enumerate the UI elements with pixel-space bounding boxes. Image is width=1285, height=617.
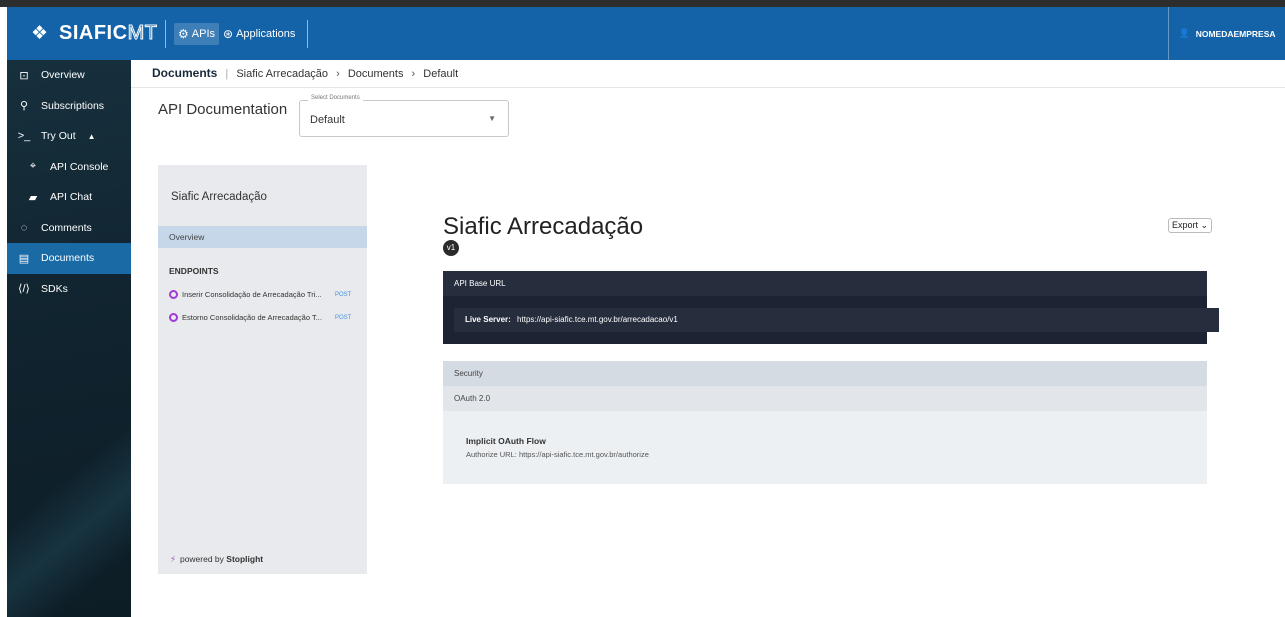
header-divider — [131, 87, 1285, 88]
export-label: Export — [1172, 220, 1199, 230]
sidebar-item-api-console[interactable]: ⌖ API Console — [7, 152, 131, 183]
select-label: Select Documents — [308, 95, 363, 101]
code-icon: ⟨/⟩ — [18, 283, 30, 296]
server-label: Live Server: — [465, 315, 511, 324]
security-panel: Security OAuth 2.0 Implicit OAuth Flow A… — [443, 361, 1207, 484]
top-navbar: ❖ SIAFIC MT ⚙ APIs ⊛ Applications 👤 NOME… — [7, 7, 1285, 60]
gear-icon: ⚙ — [178, 26, 189, 41]
select-value: Default — [310, 114, 345, 126]
doc-navigation: Siafic Arrecadação Overview ENDPOINTS In… — [158, 165, 367, 574]
api-title: Siafic Arrecadação — [443, 213, 644, 240]
nav-applications-label: Applications — [236, 27, 296, 40]
nav-apis-label: APIs — [191, 27, 215, 40]
sidebar-item-label: Documents — [41, 252, 95, 265]
base-url-heading: API Base URL — [443, 271, 1207, 296]
user-name: NOMEDAEMPRESA — [1195, 28, 1276, 39]
endpoint-icon — [169, 290, 178, 299]
logo-emblem-icon: ❖ — [31, 22, 49, 44]
oauth-flow-title: Implicit OAuth Flow — [466, 436, 546, 446]
api-base-url-panel: API Base URL Live Server: https://api-si… — [443, 271, 1219, 344]
comments-icon: ◌ — [20, 221, 28, 234]
chevron-down-icon: ⌄ — [1200, 220, 1209, 230]
chevron-right-icon: › — [336, 68, 340, 80]
chevron-up-icon: ▲ — [87, 131, 96, 141]
sidebar-item-try-out[interactable]: >_ Try Out ▲ — [7, 121, 131, 152]
sidebar-item-sdks[interactable]: ⟨/⟩ SDKs — [7, 274, 131, 305]
window-top-strip — [0, 0, 1285, 7]
sidebar-item-api-chat[interactable]: ▰ API Chat — [7, 182, 131, 213]
nav-apis-button[interactable]: ⚙ APIs — [174, 22, 219, 45]
security-heading: Security — [443, 361, 1207, 386]
server-url-row[interactable]: Live Server: https://api-siafic.tce.mt.g… — [454, 308, 1219, 332]
breadcrumb-item: Default — [423, 68, 459, 80]
chevron-down-icon: ▼ — [488, 114, 496, 123]
authorize-url-value: https://api-siafic.tce.mt.gov.br/authori… — [518, 450, 649, 459]
endpoint-method: POST — [335, 291, 352, 298]
breadcrumb: Documents | Siafic Arrecadação › Documen… — [152, 66, 458, 80]
sidebar-item-documents[interactable]: ▤ Documents — [7, 243, 131, 274]
sidebar-item-label: API Console — [50, 160, 109, 173]
sidebar-item-subscriptions[interactable]: ⚲ Subscriptions — [7, 91, 131, 122]
oauth-label: OAuth 2.0 — [443, 386, 1207, 411]
breadcrumb-item[interactable]: Documents — [348, 68, 404, 80]
endpoints-heading: ENDPOINTS — [169, 266, 219, 276]
endpoint-item[interactable]: Estorno Consolidação de Arrecadação T...… — [169, 313, 364, 322]
sidebar-item-label: Try Out — [41, 130, 76, 143]
sidebar-item-label: Overview — [41, 69, 85, 82]
user-menu-button[interactable]: 👤 NOMEDAEMPRESA — [1168, 7, 1285, 60]
doc-nav-overview[interactable]: Overview — [158, 226, 367, 248]
authorize-url: Authorize URL: https://api-siafic.tce.mt… — [466, 450, 649, 459]
documents-icon: ▤ — [18, 252, 30, 265]
logo[interactable]: ❖ SIAFIC MT — [7, 7, 161, 60]
bolt-icon: ⚡ — [170, 554, 176, 564]
powered-by-text: powered by — [179, 554, 224, 564]
breadcrumb-root[interactable]: Documents — [152, 66, 217, 80]
endpoint-item[interactable]: Inserir Consolidação de Arrecadação Tri.… — [169, 290, 364, 299]
nav-applications-button[interactable]: ⊛ Applications — [219, 23, 299, 45]
apps-icon: ⊛ — [223, 26, 234, 41]
powered-by-link[interactable]: ⚡ powered by Stoplight — [170, 554, 263, 565]
page-title: API Documentation — [158, 101, 288, 118]
endpoint-method: POST — [335, 314, 352, 321]
server-url: https://api-siafic.tce.mt.gov.br/arrecad… — [517, 315, 678, 324]
terminal-icon: >_ — [17, 130, 31, 143]
sidebar-item-label: API Chat — [50, 191, 93, 204]
powered-by-brand: Stoplight — [226, 554, 264, 564]
logo-brand: SIAFIC — [59, 22, 128, 44]
endpoint-name: Inserir Consolidação de Arrecadação Tri.… — [182, 290, 322, 299]
navbar-divider — [165, 19, 166, 48]
sidebar-item-label: Comments — [41, 221, 92, 234]
authorize-label: Authorize URL: — [466, 450, 517, 459]
version-badge: v1 — [443, 240, 459, 256]
navbar-divider-2 — [307, 19, 309, 48]
chevron-right-icon: › — [411, 68, 416, 80]
sidebar-item-label: SDKs — [41, 282, 68, 295]
export-button[interactable]: Export ⌄ — [1168, 218, 1213, 233]
document-select[interactable]: Select Documents Default ▼ — [299, 95, 509, 137]
user-icon: 👤 — [1178, 28, 1190, 38]
endpoint-icon — [169, 313, 178, 322]
breadcrumb-item[interactable]: Siafic Arrecadação — [236, 68, 328, 80]
sidebar-item-comments[interactable]: ◌ Comments — [7, 213, 131, 244]
sidebar: ⊡ Overview ⚲ Subscriptions >_ Try Out ▲ … — [7, 60, 131, 617]
breadcrumb-separator: | — [225, 68, 229, 80]
overview-icon: ⊡ — [19, 69, 29, 82]
sidebar-item-label: Subscriptions — [41, 99, 105, 112]
chat-icon: ▰ — [28, 191, 38, 204]
doc-nav-title: Siafic Arrecadação — [171, 191, 267, 203]
logo-brand-suffix: MT — [127, 22, 158, 45]
endpoint-name: Estorno Consolidação de Arrecadação T... — [182, 313, 322, 322]
console-icon: ⌖ — [29, 160, 37, 173]
subscriptions-icon: ⚲ — [19, 100, 29, 113]
sidebar-item-overview[interactable]: ⊡ Overview — [7, 60, 131, 91]
